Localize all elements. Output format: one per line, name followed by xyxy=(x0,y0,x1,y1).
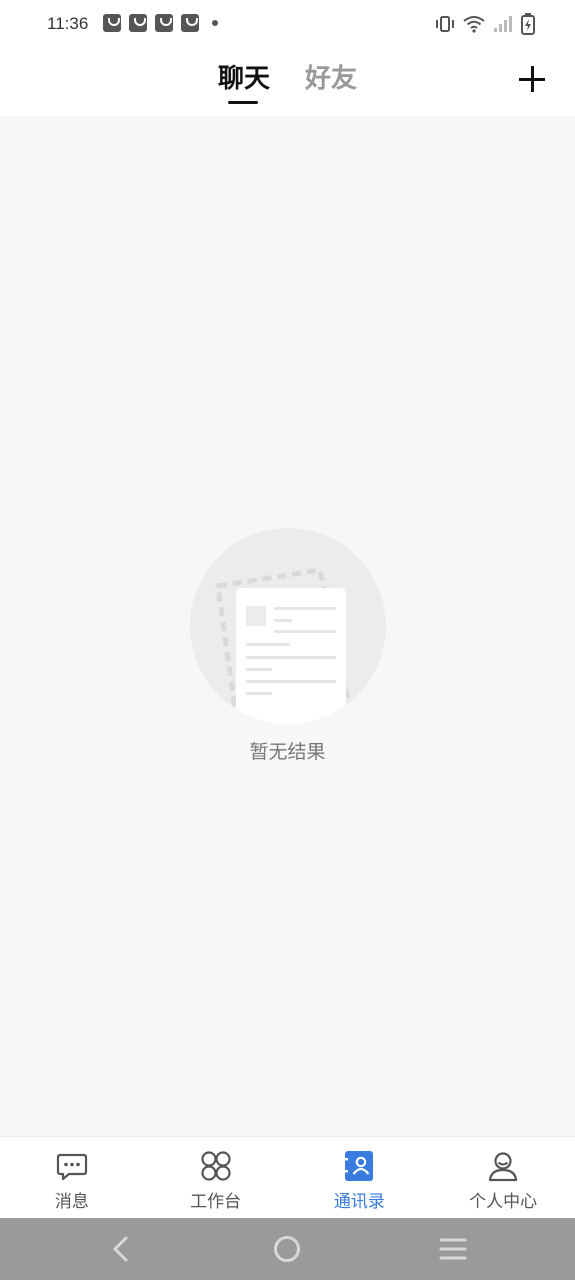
notification-shopping-bag-icon xyxy=(103,14,121,32)
empty-state: 暂无结果 xyxy=(0,520,575,764)
add-button[interactable] xyxy=(517,64,547,94)
nav-item-messages[interactable]: 消息 xyxy=(0,1137,144,1219)
status-bar: 11:36 xyxy=(0,0,575,48)
message-icon xyxy=(56,1153,87,1181)
nav-item-contacts[interactable]: 通讯录 xyxy=(288,1137,432,1219)
nav-label: 工作台 xyxy=(190,1192,242,1212)
active-tab-indicator xyxy=(228,101,258,104)
nav-item-profile[interactable]: 个人中心 xyxy=(431,1137,575,1219)
status-time: 11:36 xyxy=(47,14,89,33)
header: 聊天 好友 xyxy=(0,48,575,116)
bottom-navigation: 消息 工作台 通讯录 个人中心 xyxy=(0,1136,575,1219)
battery-charging-icon xyxy=(521,13,535,35)
empty-document-illustration xyxy=(189,528,386,724)
tab-friends[interactable]: 好友 xyxy=(305,58,357,95)
notification-shopping-bag-icon xyxy=(155,14,173,32)
nav-item-workbench[interactable]: 工作台 xyxy=(144,1137,288,1219)
wifi-icon xyxy=(463,16,485,33)
menu-icon[interactable] xyxy=(436,1232,470,1266)
nav-label: 个人中心 xyxy=(469,1192,538,1212)
vibrate-icon xyxy=(436,16,454,32)
empty-state-message: 暂无结果 xyxy=(249,741,326,763)
nav-label: 消息 xyxy=(54,1192,89,1212)
back-icon[interactable] xyxy=(104,1232,138,1266)
nav-label: 通讯录 xyxy=(333,1192,385,1212)
profile-icon xyxy=(489,1152,518,1182)
home-icon[interactable] xyxy=(270,1232,304,1266)
contacts-icon xyxy=(343,1151,374,1181)
signal-icon xyxy=(494,16,512,32)
more-notifications-dot-icon xyxy=(212,20,218,26)
tab-chat[interactable]: 聊天 xyxy=(218,58,270,95)
notification-shopping-bag-icon xyxy=(181,14,199,32)
system-status-icons xyxy=(435,12,535,36)
workbench-icon xyxy=(201,1151,231,1181)
system-navigation-bar xyxy=(0,1218,575,1280)
notification-shopping-bag-icon xyxy=(129,14,147,32)
